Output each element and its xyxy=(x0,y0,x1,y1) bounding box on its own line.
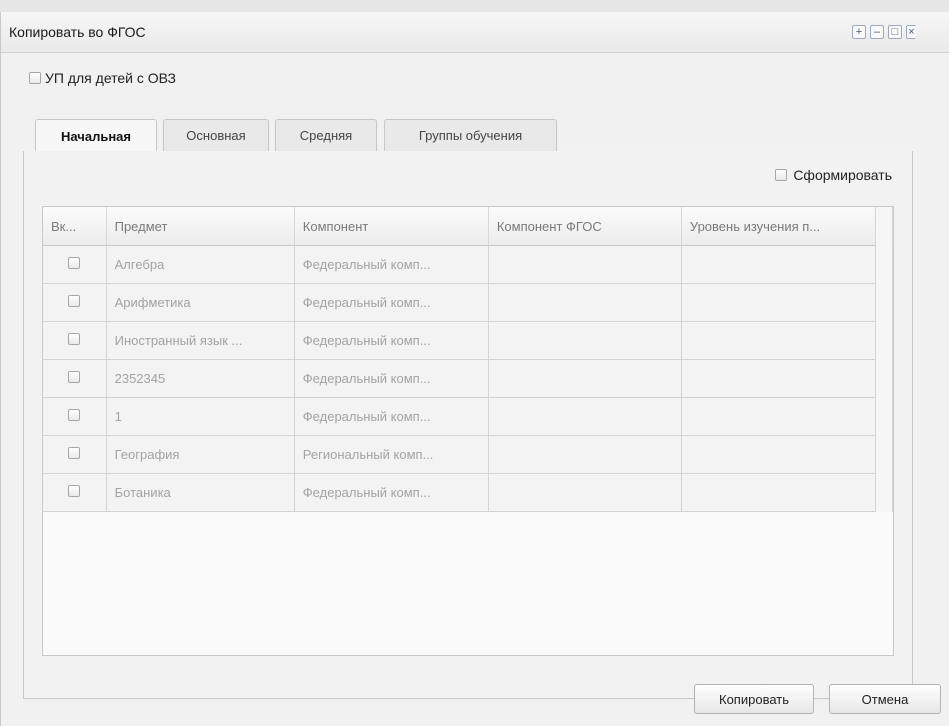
close-icon[interactable]: × xyxy=(906,25,916,39)
maximize-icon[interactable]: □ xyxy=(888,25,902,39)
fgos-component-cell[interactable] xyxy=(488,245,682,284)
row-checkbox-cell[interactable] xyxy=(43,283,107,322)
row-checkbox[interactable] xyxy=(68,295,81,307)
table-row[interactable]: 1 Федеральный комп... xyxy=(43,397,893,436)
tab-label: Начальная xyxy=(61,128,131,144)
component-cell: Федеральный комп... xyxy=(294,397,489,436)
tab-secondary[interactable]: Средняя xyxy=(275,119,377,151)
row-checkbox-cell[interactable] xyxy=(43,473,107,512)
tab-panel-primary: Сформировать Вк... Предмет Компонент Ком… xyxy=(23,151,913,699)
study-level-cell[interactable] xyxy=(681,283,876,322)
column-header-component[interactable]: Компонент xyxy=(294,207,489,246)
row-checkbox-cell[interactable] xyxy=(43,435,107,474)
column-header-fgos-component[interactable]: Компонент ФГОС xyxy=(488,207,682,246)
form-checkbox[interactable] xyxy=(775,169,788,181)
filler-cell xyxy=(875,321,893,360)
add-icon[interactable]: + xyxy=(852,25,866,39)
ovz-checkbox-label: УП для детей с ОВЗ xyxy=(45,70,177,86)
table-row[interactable]: Ботаника Федеральный комп... xyxy=(43,473,893,512)
subject-cell: Иностранный язык ... xyxy=(106,321,295,360)
component-cell: Федеральный комп... xyxy=(294,283,489,322)
study-level-cell[interactable] xyxy=(681,245,876,284)
subject-cell: География xyxy=(106,435,295,474)
subject-cell: 2352345 xyxy=(106,359,295,398)
cancel-button[interactable]: Отмена xyxy=(829,684,941,714)
row-checkbox-cell[interactable] xyxy=(43,397,107,436)
copy-button-label: Копировать xyxy=(719,691,789,707)
row-checkbox[interactable] xyxy=(68,257,81,269)
subject-cell: Ботаника xyxy=(106,473,295,512)
study-level-cell[interactable] xyxy=(681,473,876,512)
dialog-titlebar[interactable]: Копировать во ФГОС + – □ × xyxy=(1,12,949,53)
filler-cell xyxy=(875,245,893,284)
row-checkbox[interactable] xyxy=(68,447,81,459)
study-level-cell[interactable] xyxy=(681,397,876,436)
ovz-checkbox[interactable] xyxy=(29,72,41,84)
fgos-component-cell[interactable] xyxy=(488,321,682,360)
row-checkbox[interactable] xyxy=(68,409,81,421)
tab-label: Группы обучения xyxy=(418,128,523,143)
copy-to-fgos-dialog: Копировать во ФГОС + – □ × УП для детей … xyxy=(0,12,949,726)
tab-basic[interactable]: Основная xyxy=(163,119,269,151)
fgos-component-cell[interactable] xyxy=(488,283,682,322)
filler-cell xyxy=(875,397,893,436)
tab-study-groups[interactable]: Группы обучения xyxy=(384,119,557,151)
dialog-title: Копировать во ФГОС xyxy=(9,24,146,40)
fgos-component-cell[interactable] xyxy=(488,359,682,398)
ovz-checkbox-row[interactable]: УП для детей с ОВЗ xyxy=(29,70,176,86)
study-level-cell[interactable] xyxy=(681,321,876,360)
column-header-subject[interactable]: Предмет xyxy=(106,207,295,246)
row-checkbox-cell[interactable] xyxy=(43,359,107,398)
tab-primary[interactable]: Начальная xyxy=(35,119,157,152)
form-checkbox-row[interactable]: Сформировать xyxy=(775,167,892,183)
component-cell: Федеральный комп... xyxy=(294,245,489,284)
table-row[interactable]: 2352345 Федеральный комп... xyxy=(43,359,893,398)
filler-cell xyxy=(875,435,893,474)
column-header-include[interactable]: Вк... xyxy=(43,207,107,246)
table-row[interactable]: Иностранный язык ... Федеральный комп... xyxy=(43,321,893,360)
component-cell: Федеральный комп... xyxy=(294,321,489,360)
table-row[interactable]: География Региональный комп... xyxy=(43,435,893,474)
table-row[interactable]: Алгебра Федеральный комп... xyxy=(43,245,893,284)
filler-cell xyxy=(875,359,893,398)
study-level-cell[interactable] xyxy=(681,435,876,474)
subject-cell: Алгебра xyxy=(106,245,295,284)
tab-label: Средняя xyxy=(299,128,353,143)
subject-cell: 1 xyxy=(106,397,295,436)
fgos-component-cell[interactable] xyxy=(488,435,682,474)
row-checkbox[interactable] xyxy=(68,333,81,345)
study-level-cell[interactable] xyxy=(681,359,876,398)
component-cell: Региональный комп... xyxy=(294,435,489,474)
subject-cell: Арифметика xyxy=(106,283,295,322)
fgos-component-cell[interactable] xyxy=(488,473,682,512)
filler-cell xyxy=(875,283,893,322)
row-checkbox[interactable] xyxy=(68,371,81,383)
copy-button[interactable]: Копировать xyxy=(694,684,814,714)
column-header-study-level[interactable]: Уровень изучения п... xyxy=(681,207,876,246)
component-cell: Федеральный комп... xyxy=(294,473,489,512)
tab-label: Основная xyxy=(186,128,246,143)
minimize-icon[interactable]: – xyxy=(870,25,884,39)
row-checkbox-cell[interactable] xyxy=(43,245,107,284)
grid-header-row: Вк... Предмет Компонент Компонент ФГОС У… xyxy=(43,207,893,246)
column-header-filler xyxy=(875,207,893,246)
cancel-button-label: Отмена xyxy=(861,691,909,707)
tab-bar: Начальная Основная Средняя Группы обучен… xyxy=(23,119,913,152)
form-checkbox-label: Сформировать xyxy=(793,167,892,183)
subjects-grid: Вк... Предмет Компонент Компонент ФГОС У… xyxy=(42,206,894,656)
fgos-component-cell[interactable] xyxy=(488,397,682,436)
row-checkbox[interactable] xyxy=(68,485,81,497)
table-row[interactable]: Арифметика Федеральный комп... xyxy=(43,283,893,322)
row-checkbox-cell[interactable] xyxy=(43,321,107,360)
filler-cell xyxy=(875,473,893,512)
component-cell: Федеральный комп... xyxy=(294,359,489,398)
